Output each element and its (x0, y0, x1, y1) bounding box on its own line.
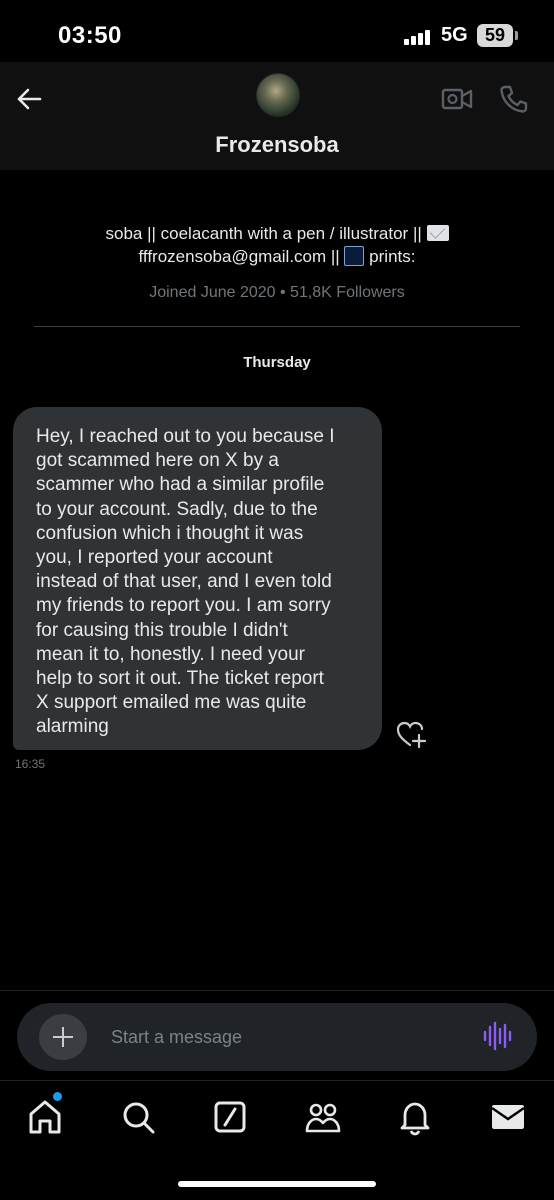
home-icon[interactable] (25, 1097, 65, 1137)
status-bar: 03:50 5G 59 (0, 0, 554, 70)
notifications-bell-icon[interactable] (395, 1097, 435, 1137)
message-bubble[interactable]: Hey, I reached out to you because I got … (13, 407, 382, 750)
clock: 03:50 (58, 22, 122, 49)
message-timestamp: 16:35 (15, 757, 46, 771)
profile-bio: soba || coelacanth with a pen / illustra… (40, 222, 514, 268)
bio-text: soba || coelacanth with a pen / illustra… (105, 224, 427, 243)
communities-icon[interactable] (303, 1097, 343, 1137)
add-attachment-button[interactable] (39, 1014, 87, 1060)
voice-message-icon[interactable] (482, 1021, 512, 1051)
add-reaction-icon[interactable] (395, 719, 427, 749)
avatar[interactable] (256, 73, 300, 117)
back-arrow-icon[interactable] (14, 84, 44, 114)
contact-name[interactable]: Frozensoba (0, 132, 554, 158)
bio-email[interactable]: fffrozensoba@gmail.com (139, 247, 327, 266)
day-separator: Thursday (243, 354, 311, 371)
battery-tip (515, 31, 518, 40)
envelope-icon (426, 225, 449, 241)
bio-prints: prints: (364, 247, 416, 266)
home-indicator (178, 1181, 376, 1187)
conversation-header: Frozensoba (0, 62, 554, 170)
grok-icon[interactable] (210, 1097, 250, 1137)
message-text: Hey, I reached out to you because I got … (36, 426, 335, 738)
video-call-icon[interactable] (441, 86, 473, 112)
battery-icon: 59 (477, 24, 513, 47)
phone-icon[interactable] (498, 83, 530, 115)
divider (34, 326, 520, 327)
notification-dot (53, 1092, 62, 1101)
profile-joined-followers: Joined June 2020 • 51,8K Followers (149, 284, 405, 301)
network-type: 5G (441, 24, 468, 46)
messages-envelope-icon[interactable] (488, 1097, 528, 1137)
bio-separator: || (326, 247, 345, 266)
search-icon[interactable] (118, 1097, 158, 1137)
signal-icon (404, 27, 438, 45)
chart-icon (344, 246, 365, 266)
message-input[interactable] (111, 1024, 451, 1050)
